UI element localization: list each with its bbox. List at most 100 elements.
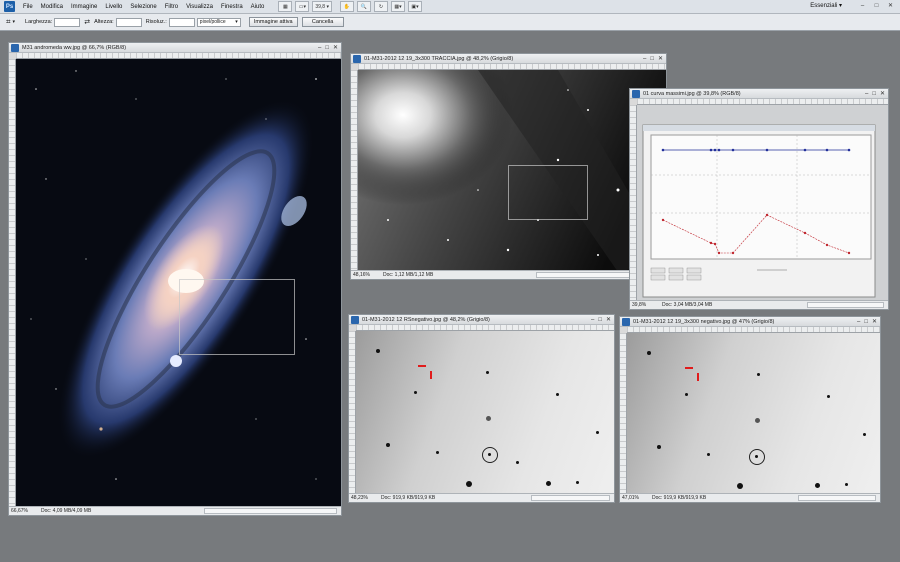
document-size[interactable]: Doc: 919,9 KB/919,9 KB xyxy=(652,495,706,501)
maximize-icon[interactable]: □ xyxy=(325,43,329,53)
horizontal-scrollbar[interactable] xyxy=(806,302,884,308)
window-titlebar[interactable]: 01-M31-2012 12 RSnegativo.jpg @ 48,2% (G… xyxy=(349,315,614,325)
red-marker-horizontal xyxy=(685,367,693,369)
window-titlebar[interactable]: M31 andromeda ww.jpg @ 66,7% (RGB/8) – □ ✕ xyxy=(9,43,341,53)
minimize-icon[interactable]: – xyxy=(318,43,321,53)
minimize-icon[interactable]: – xyxy=(865,89,868,99)
maximize-button[interactable]: □ xyxy=(871,2,882,11)
width-field[interactable] xyxy=(54,17,81,27)
horizontal-scrollbar[interactable] xyxy=(530,495,610,501)
minimize-icon[interactable]: – xyxy=(591,315,594,325)
zoom-readout[interactable]: 48,16% xyxy=(351,272,371,278)
zoom-readout[interactable]: 39,8% xyxy=(630,302,650,308)
screen-mode-button[interactable]: ▣▾ xyxy=(408,1,422,12)
image-canvas[interactable] xyxy=(637,105,888,300)
close-icon[interactable]: ✕ xyxy=(658,54,663,64)
menu-item-livello[interactable]: Livello xyxy=(101,0,126,14)
horizontal-scrollbar[interactable] xyxy=(204,508,337,514)
width-label: Larghezza: xyxy=(25,19,53,25)
close-icon[interactable]: ✕ xyxy=(880,89,885,99)
vertical-ruler[interactable] xyxy=(630,105,637,300)
image-canvas[interactable] xyxy=(16,59,341,506)
chevron-down-icon: ▾ xyxy=(235,18,238,25)
star xyxy=(863,433,866,436)
vertical-ruler[interactable] xyxy=(620,333,627,493)
document-size[interactable]: Doc: 1,12 MB/1,12 MB xyxy=(383,272,433,278)
close-button[interactable]: ✕ xyxy=(885,2,896,11)
menu-item-modifica[interactable]: Modifica xyxy=(37,0,67,14)
vertical-ruler[interactable] xyxy=(9,59,16,506)
document-window-curva[interactable]: 01 curva massimi.jpg @ 39,8% (RGB/8) – □ ✕ xyxy=(629,88,889,310)
menu-item-filtro[interactable]: Filtro xyxy=(161,0,182,14)
menu-item-visualizza[interactable]: Visualizza xyxy=(182,0,217,14)
arrange-documents-button[interactable]: ▦▾ xyxy=(391,1,405,12)
resolution-field[interactable] xyxy=(168,17,195,27)
maximize-icon[interactable]: □ xyxy=(598,315,602,325)
document-size[interactable]: Doc: 3,04 MB/3,04 MB xyxy=(662,302,712,308)
menu-item-selezione[interactable]: Selezione xyxy=(126,0,160,14)
resolution-unit-select[interactable]: pixel/pollice ▾ xyxy=(196,17,241,27)
minimize-icon[interactable]: – xyxy=(857,317,860,327)
minimize-icon[interactable]: – xyxy=(643,54,646,64)
tool-preset-picker[interactable]: ▾ xyxy=(13,19,16,25)
star xyxy=(737,483,743,489)
resolution-label: Risoluz.: xyxy=(145,19,167,25)
crop-icon[interactable]: ⌗ xyxy=(6,17,11,27)
options-bar: ⌗ ▾ Larghezza: ⇄ Altezza: Risoluz.: pixe… xyxy=(0,14,900,31)
document-window-traccia[interactable]: 01-M31-2012 12 19_3x300 TRACCIA.jpg @ 48… xyxy=(350,53,667,280)
document-size[interactable]: Doc: 4,09 MB/4,09 MB xyxy=(41,508,91,514)
menu-item-immagine[interactable]: Immagine xyxy=(67,0,101,14)
selection-rectangle[interactable] xyxy=(179,279,295,355)
front-image-button[interactable]: Immagine attiva xyxy=(248,17,298,27)
star xyxy=(596,431,599,434)
close-icon[interactable]: ✕ xyxy=(333,43,338,53)
zoom-level-button[interactable]: 39,8 ▾ xyxy=(312,1,332,12)
status-bar: 48,16% Doc: 1,12 MB/1,12 MB xyxy=(351,270,666,279)
document-icon xyxy=(622,318,630,326)
window-titlebar[interactable]: 01-M31-2012 12 19_3x300 TRACCIA.jpg @ 48… xyxy=(351,54,666,64)
document-window-andromeda[interactable]: M31 andromeda ww.jpg @ 66,7% (RGB/8) – □ ✕ xyxy=(8,42,342,516)
document-window-rsnegativo[interactable]: 01-M31-2012 12 RSnegativo.jpg @ 48,2% (G… xyxy=(348,314,615,503)
star xyxy=(486,371,489,374)
menu-item-finestra[interactable]: Finestra xyxy=(217,0,247,14)
close-icon[interactable]: ✕ xyxy=(606,315,611,325)
app-logo: Ps xyxy=(4,1,15,12)
image-canvas[interactable] xyxy=(356,331,614,493)
star xyxy=(486,416,491,421)
horizontal-scrollbar[interactable] xyxy=(798,495,876,501)
menu-item-aiuto[interactable]: Aiuto xyxy=(247,0,269,14)
selection-rectangle[interactable] xyxy=(508,165,588,220)
view-extras-button[interactable]: ▭▾ xyxy=(295,1,310,12)
star xyxy=(815,483,820,488)
view-extras-icon: ▭▾ xyxy=(298,3,306,10)
window-titlebar[interactable]: 01 curva massimi.jpg @ 39,8% (RGB/8) – □ ✕ xyxy=(630,89,888,99)
workspace-switcher[interactable]: Essenziali ▾ xyxy=(810,2,842,9)
clear-button[interactable]: Cancella xyxy=(301,17,344,27)
screen-mode-icon: ▣▾ xyxy=(411,3,419,10)
zoom-readout[interactable]: 48,23% xyxy=(349,495,369,501)
zoom-readout[interactable]: 47,01% xyxy=(620,495,640,501)
document-size[interactable]: Doc: 919,9 KB/919,9 KB xyxy=(381,495,435,501)
maximize-icon[interactable]: □ xyxy=(872,89,876,99)
document-window-negativo[interactable]: 01-M31-2012 12 19_3x300 negativo.jpg @ 4… xyxy=(619,316,881,503)
hand-tool-button[interactable]: ✋ xyxy=(340,1,354,12)
height-field[interactable] xyxy=(115,17,142,27)
star xyxy=(546,481,551,486)
zoom-tool-button[interactable]: 🔍 xyxy=(357,1,371,12)
minimize-button[interactable]: – xyxy=(857,2,868,11)
window-controls: – □ ✕ xyxy=(318,43,338,53)
menu-item-file[interactable]: File xyxy=(19,0,37,14)
zoom-readout[interactable]: 66,67% xyxy=(9,508,29,514)
maximize-icon[interactable]: □ xyxy=(864,317,868,327)
rotate-view-button[interactable]: ↻ xyxy=(374,1,388,12)
maximize-icon[interactable]: □ xyxy=(650,54,654,64)
launch-bridge-button[interactable]: ▦ xyxy=(278,1,293,12)
image-canvas[interactable] xyxy=(358,70,666,270)
vertical-ruler[interactable] xyxy=(351,70,358,270)
image-canvas[interactable] xyxy=(627,333,880,493)
swap-dimensions-icon[interactable]: ⇄ xyxy=(84,18,90,26)
star xyxy=(707,453,710,456)
window-titlebar[interactable]: 01-M31-2012 12 19_3x300 negativo.jpg @ 4… xyxy=(620,317,880,327)
close-icon[interactable]: ✕ xyxy=(872,317,877,327)
vertical-ruler[interactable] xyxy=(349,331,356,493)
